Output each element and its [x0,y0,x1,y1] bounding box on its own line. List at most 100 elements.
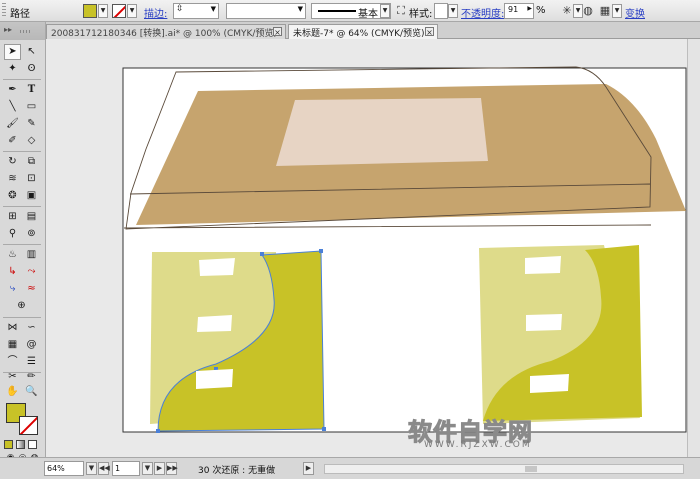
tab-document-1[interactable]: 200831712180346 [转换].ai* @ 100% (CMYK/预览… [46,24,286,39]
warp-variant-icon[interactable]: ∽ [23,320,40,336]
stroke-dropdown-arrow[interactable]: ▼ [127,4,137,18]
next-artboard-button[interactable]: ▶ [154,462,165,475]
warp-tool-icon[interactable]: ≋ [4,171,21,187]
canvas-area[interactable] [46,39,687,457]
close-icon[interactable]: × [273,27,282,37]
zoom-tool-icon[interactable]: 🔍 [23,384,40,400]
stroke-color-swatch[interactable] [112,4,126,18]
lasso-tool-icon[interactable]: ʘ [23,61,40,77]
first-artboard-button[interactable]: ◀◀ [98,462,110,475]
anchor-point[interactable] [322,427,326,431]
artboard-dropdown-arrow[interactable]: ▼ [142,462,153,475]
shape-builder-tool-icon[interactable]: ❂ [4,188,21,204]
magic-wand-tool-icon[interactable]: ✦ [4,61,21,77]
list-icon[interactable]: ☰ [23,354,40,370]
graphic-style-swatch[interactable] [434,3,448,19]
grid-icon[interactable]: ▦ [4,337,21,353]
stroke-weight-field[interactable]: ⇳ ▼ [173,3,219,19]
brush-dropdown-arrow[interactable]: ▼ [380,4,390,18]
tab-document-2[interactable]: 未标题-7* @ 64% (CMYK/预览) × [288,24,438,39]
brush-profile-label: 基本 [358,9,378,20]
last-artboard-button[interactable]: ▶▶ [166,462,178,475]
zoom-field[interactable]: 64% [44,461,84,476]
sparkle-icon[interactable]: ✳ [560,4,574,18]
twirl-tool-icon[interactable]: @ [23,337,40,353]
slice-tool-icon[interactable]: ≈ [23,281,40,297]
collapse-icon[interactable]: ▸▸ [4,25,12,34]
artboard-number: 1 [115,464,121,473]
artboard-number-field[interactable]: 1 [112,461,140,476]
stroke-weight-stepper-icon[interactable]: ⇳ [176,4,184,14]
crosshair-icon[interactable]: ⊕ [13,298,30,314]
live-paint-bucket-tool-icon[interactable]: ↳ [4,264,21,280]
pencil-small-icon[interactable]: ✏ [23,369,40,385]
fill-color-swatch[interactable] [83,4,97,18]
scale-tool-icon[interactable]: ⧉ [23,154,40,170]
scissors-tool-icon[interactable]: ✂ [4,369,21,385]
eraser-tool-icon[interactable]: ◇ [23,133,40,149]
tab-label: 未标题-7* @ 64% (CMYK/预览) [293,29,425,39]
watermark-url: WWW.RJZXW.COM [424,440,532,450]
eyedropper-tool-icon[interactable]: ⚲ [4,226,21,242]
left-drawer-slot-2 [197,315,232,332]
opacity-panel-link[interactable]: 不透明度: [461,5,504,20]
scrollbar-thumb[interactable] [525,466,537,472]
graphic-style-dropdown-arrow[interactable]: ▼ [448,4,458,18]
variable-width-profile-field[interactable]: ▼ [226,3,306,19]
table-top-center-panel[interactable] [276,98,488,166]
pencil-tool-icon[interactable]: ✎ [23,116,40,132]
anchor-point[interactable] [260,252,264,256]
live-paint-selection-tool-icon[interactable]: ⤳ [23,264,40,280]
artboard[interactable] [46,39,687,457]
type-tool-icon[interactable]: T [23,82,40,98]
horizontal-scrollbar[interactable] [324,464,684,474]
artboard-tool-icon[interactable]: ⤷ [4,281,21,297]
tool-separator [3,79,41,80]
control-bar-grip[interactable] [2,3,6,18]
panel-grip[interactable] [20,30,32,33]
fill-dropdown-arrow[interactable]: ▼ [98,4,108,18]
gradient-tool-icon[interactable]: ▤ [23,209,40,225]
align-to-icon[interactable]: ▦ [598,4,612,18]
none-mode-icon[interactable] [28,440,37,449]
width-tool-icon[interactable]: ⋈ [4,320,21,336]
zoom-dropdown-arrow[interactable]: ▼ [86,462,97,475]
blob-brush-tool-icon[interactable]: ✐ [4,133,21,149]
free-transform-tool-icon[interactable]: ⊡ [23,171,40,187]
rotate-tool-icon[interactable]: ↻ [4,154,21,170]
rectangle-tool-icon[interactable]: ▭ [23,99,40,115]
selection-tool-icon[interactable]: ➤ [4,44,21,60]
anchor-point[interactable] [319,249,323,253]
stroke-color-box[interactable] [19,416,38,435]
pucker-tool-icon[interactable]: ⌒ [4,354,21,370]
chevron-right-icon[interactable]: ▶ [527,5,532,12]
direct-selection-tool-icon[interactable]: ↖ [23,44,40,60]
opacity-input[interactable]: 91 ▶ [504,3,534,19]
gradient-mode-icon[interactable] [16,440,25,449]
paintbrush-tool-icon[interactable]: 🖌 [4,116,21,132]
tool-separator [3,317,41,318]
anchor-point[interactable] [156,429,160,433]
recolor-artwork-icon[interactable]: ⛶ [394,4,408,18]
graph-tool-icon[interactable]: ▥ [23,247,40,263]
pen-tool-icon[interactable]: ✒ [4,82,21,98]
transform-panel-link[interactable]: 变换 [625,5,645,20]
close-icon[interactable]: × [425,27,434,37]
tools-panel-header[interactable]: ▸▸ [0,22,45,40]
hand-tool-icon[interactable]: ✋ [4,384,21,400]
line-tool-icon[interactable]: ╲ [4,99,21,115]
mesh-tool-icon[interactable]: ⊞ [4,209,21,225]
vertical-scrollbar[interactable] [687,39,700,457]
symbol-sprayer-tool-icon[interactable]: ♨ [4,247,21,263]
stroke-panel-link[interactable]: 描边: [144,5,167,20]
globe-icon[interactable]: ◍ [581,4,595,18]
blend-tool-icon[interactable]: ⊚ [23,226,40,242]
align-dropdown-arrow[interactable]: ▼ [612,4,622,18]
opacity-value: 91 [508,5,519,14]
perspective-grid-tool-icon[interactable]: ▣ [23,188,40,204]
color-mode-icon[interactable] [4,440,13,449]
right-drawer-slot-1 [525,256,561,274]
chevron-down-icon[interactable]: ▼ [211,5,216,13]
chevron-down-icon[interactable]: ▼ [298,5,303,13]
status-menu-arrow[interactable]: ▶ [303,462,314,475]
